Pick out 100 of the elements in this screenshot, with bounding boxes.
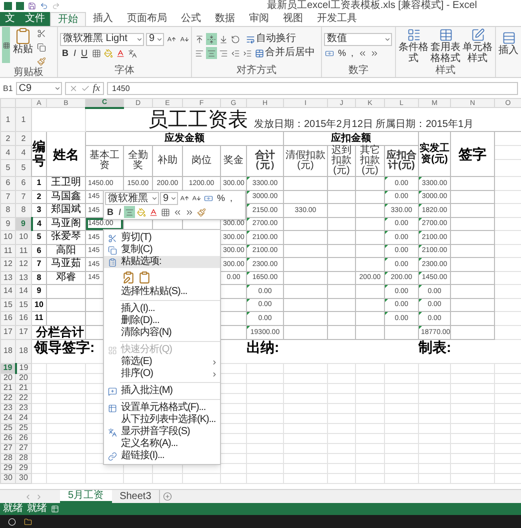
menu-item[interactable]: 插入(I)... xyxy=(104,303,220,315)
percent-button[interactable]: % xyxy=(336,48,348,60)
borders-icon[interactable] xyxy=(160,206,172,218)
row-header[interactable]: 21 xyxy=(0,383,16,393)
row-header[interactable]: 15 xyxy=(0,298,16,312)
row-header[interactable]: 28 xyxy=(0,453,16,463)
copy-icon[interactable] xyxy=(36,41,47,53)
menu-item[interactable]: 从下拉列表中选择(K)... xyxy=(104,414,220,426)
borders-icon[interactable] xyxy=(90,48,102,60)
row-header[interactable]: 18 xyxy=(16,339,32,363)
ribbon-tab[interactable]: 视图 xyxy=(276,12,310,26)
row-header[interactable]: 20 xyxy=(0,373,16,383)
row-header[interactable]: 13 xyxy=(0,271,16,284)
menu-item[interactable]: 显示拼音字段(S) xyxy=(104,426,220,438)
row-header[interactable]: 26 xyxy=(0,433,16,443)
menu-item[interactable]: 选择性粘贴(S)... xyxy=(104,286,220,298)
row-header[interactable]: 4 xyxy=(0,146,16,160)
row-header[interactable]: 18 xyxy=(0,339,16,363)
row-header[interactable]: 6 xyxy=(0,176,16,190)
row-header[interactable]: 22 xyxy=(0,393,16,403)
bold-button[interactable]: B xyxy=(105,206,116,218)
merge-center-button[interactable]: 合并后居中 xyxy=(255,48,315,58)
row-header[interactable]: 10 xyxy=(0,230,16,244)
row-header[interactable]: 23 xyxy=(0,403,16,413)
wrap-text-button[interactable]: 自动换行 xyxy=(246,34,296,44)
center-align-icon[interactable] xyxy=(124,206,136,218)
menu-item[interactable]: 剪切(T) xyxy=(104,232,220,244)
insert-button[interactable]: 插入 xyxy=(498,31,518,56)
row-header[interactable]: 2 xyxy=(0,132,16,146)
phonetic-icon[interactable] xyxy=(126,48,138,60)
menu-item[interactable]: 清除内容(N) xyxy=(104,327,220,339)
ribbon-tab[interactable]: 数据 xyxy=(208,12,242,26)
menu-item[interactable]: 定义名称(A)... xyxy=(104,438,220,450)
menu-item[interactable]: 超链接(I)... xyxy=(104,450,220,462)
menu-item[interactable]: 筛选(E) xyxy=(104,356,220,368)
column-title: 补助 xyxy=(156,156,178,166)
ribbon-tab[interactable]: 页面布局 xyxy=(120,12,174,26)
font-size-dropdown[interactable]: 9 xyxy=(146,32,164,46)
ribbon-tab[interactable]: 开发工具 xyxy=(310,12,364,26)
horizontal-align-icon[interactable] xyxy=(206,47,217,59)
file-tab[interactable]: 文件 xyxy=(20,12,50,26)
row-header[interactable]: 8 xyxy=(0,204,16,217)
ribbon-tab[interactable]: 审阅 xyxy=(242,12,276,26)
menu-item[interactable]: 删除(D)... xyxy=(104,315,220,327)
table-cell: 8 xyxy=(36,272,42,282)
comma-button[interactable]: , xyxy=(349,48,356,60)
format-painter-icon[interactable] xyxy=(36,55,47,67)
font-name-dropdown[interactable]: 微软雅黑 Light xyxy=(60,32,144,46)
paste-icon[interactable] xyxy=(138,270,151,284)
row-header[interactable]: 5 xyxy=(0,160,16,176)
menu-item[interactable]: 排序(O) xyxy=(104,368,220,380)
row-header[interactable]: 27 xyxy=(0,443,16,453)
ribbon-tab[interactable]: 公式 xyxy=(174,12,208,26)
ribbon-tab[interactable]: 开始 xyxy=(50,12,86,26)
row-header[interactable]: 16 xyxy=(0,312,16,325)
row-header[interactable]: 9 xyxy=(0,217,16,230)
font-style-button[interactable]: U xyxy=(79,48,90,60)
formula-input[interactable]: 1450 xyxy=(107,82,518,95)
row-header[interactable]: 11 xyxy=(0,244,16,258)
row-header[interactable]: 1 xyxy=(0,108,16,132)
file-tab[interactable]: 文 xyxy=(0,12,20,26)
paste-formatting-icon[interactable] xyxy=(122,270,135,284)
vertical-align-icon[interactable] xyxy=(206,33,217,45)
row-header[interactable]: 29 xyxy=(0,463,16,473)
font-style-button[interactable]: I xyxy=(72,48,78,60)
menu-item[interactable]: 插入批注(M) xyxy=(104,385,220,397)
orientation-icon[interactable] xyxy=(230,33,241,45)
italic-button[interactable]: I xyxy=(116,206,124,218)
row-header[interactable]: 19 xyxy=(0,363,16,373)
number-format-dropdown[interactable]: 数值 xyxy=(324,32,392,46)
font-style-button[interactable]: B xyxy=(60,48,70,60)
font-color-icon[interactable] xyxy=(114,48,126,60)
layout-button[interactable] xyxy=(2,27,10,63)
menu-item[interactable]: 设置单元格格式(F)... xyxy=(104,402,220,414)
insert-function-button[interactable]: fx xyxy=(92,84,100,94)
styles-button[interactable]: 套用表格格式 xyxy=(430,28,461,64)
row-header[interactable]: 25 xyxy=(0,423,16,433)
row-header[interactable]: 7 xyxy=(0,190,16,204)
row-header[interactable]: 30 xyxy=(0,473,16,483)
menu-item[interactable]: 复制(C) xyxy=(104,244,220,256)
cut-icon[interactable] xyxy=(36,27,47,39)
name-box[interactable]: C9 xyxy=(16,82,62,95)
row-header[interactable]: 12 xyxy=(0,258,16,271)
row-header[interactable]: 1 xyxy=(16,108,32,132)
paste-button[interactable]: 粘贴 xyxy=(13,27,33,55)
vertical-align-icon[interactable] xyxy=(194,33,205,45)
sheet-tab[interactable]: 5月工资 xyxy=(60,490,112,503)
row-header[interactable]: 14 xyxy=(0,284,16,298)
font-size-dropdown[interactable]: 9 xyxy=(160,192,178,205)
format-painter-icon[interactable] xyxy=(196,206,208,218)
vertical-align-icon[interactable] xyxy=(218,33,229,45)
row-header[interactable]: 17 xyxy=(0,325,16,339)
styles-button[interactable]: 单元格样式 xyxy=(462,28,493,64)
fill-color-icon[interactable] xyxy=(136,206,148,218)
ribbon-tab[interactable]: 插入 xyxy=(86,12,120,26)
font-name-dropdown[interactable]: 微软雅黑 xyxy=(105,192,159,205)
row-header[interactable]: 24 xyxy=(0,413,16,423)
fill-color-icon[interactable] xyxy=(102,48,114,60)
styles-button[interactable]: 条件格式 xyxy=(398,28,429,64)
percent-button[interactable]: % xyxy=(215,192,228,204)
